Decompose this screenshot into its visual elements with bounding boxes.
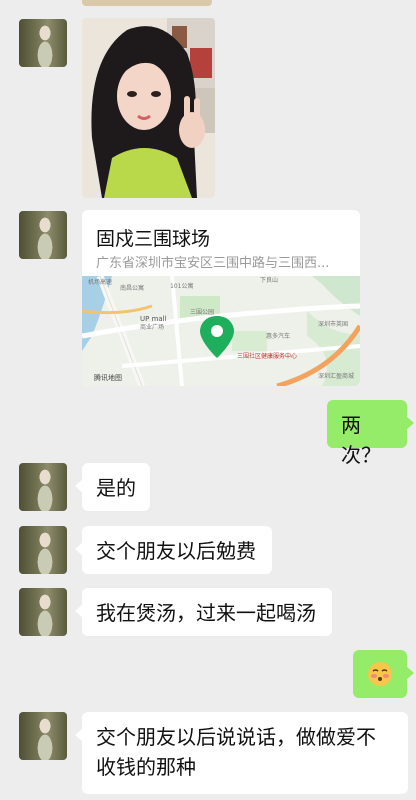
map-label: 三围社区健康服务中心 — [237, 352, 297, 360]
contact-avatar[interactable] — [19, 712, 67, 760]
map-preview: 机场高速 南昌公寓 101公寓 下良山 UP mall 商业广场 三围公园 惠多… — [82, 276, 360, 386]
received-message-bubble[interactable]: 我在煲汤，过来一起喝汤 — [75, 588, 332, 636]
location-title: 固戍三围球场 — [96, 228, 211, 250]
received-message-bubble[interactable]: 交个朋友以后勉费 — [75, 526, 272, 574]
message-text: 交个朋友以后勉费 — [96, 539, 256, 563]
message-text: 我在煲汤，过来一起喝汤 — [96, 601, 316, 625]
received-message-bubble[interactable]: 交个朋友以后说说话，做做爱不收钱的那种 — [75, 712, 408, 794]
map-label: 腾讯地图 — [94, 373, 122, 382]
map-label: 深圳市英国 — [318, 320, 348, 328]
contact-avatar[interactable] — [19, 19, 67, 67]
map-label: 深圳汇盈商城 — [318, 372, 354, 380]
contact-avatar[interactable] — [19, 588, 67, 636]
map-label: 商业广场 — [140, 323, 164, 331]
blushing-face-emoji-icon — [368, 662, 392, 686]
map-label: 惠多汽车 — [266, 332, 290, 340]
message-text: 交个朋友以后说说话，做做爱不收钱的那种 — [96, 725, 376, 779]
sent-emoji-bubble[interactable] — [353, 650, 414, 698]
location-message[interactable]: 固戍三围球场 广东省深圳市宝安区三围中路与三围西... 机场高速 南昌公寓 10… — [82, 210, 360, 386]
map-label: 三围公园 — [190, 309, 214, 316]
map-label: 101公寓 — [170, 282, 193, 290]
previous-message-fragment — [82, 0, 212, 6]
contact-avatar[interactable] — [19, 211, 67, 259]
sent-message-bubble[interactable]: 两次？ — [327, 400, 414, 467]
map-label: 南昌公寓 — [120, 284, 144, 292]
location-address: 广东省深圳市宝安区三围中路与三围西... — [96, 256, 330, 271]
map-label: 机场高速 — [88, 278, 112, 286]
contact-avatar[interactable] — [19, 526, 67, 574]
message-text: 两次？ — [341, 413, 381, 467]
girl-selfie-photo — [82, 18, 215, 198]
contact-avatar[interactable] — [19, 463, 67, 511]
received-message-bubble[interactable]: 是的 — [75, 463, 150, 511]
map-label: 下良山 — [260, 276, 278, 284]
map-label: UP mall — [140, 315, 167, 323]
photo-message[interactable] — [82, 18, 215, 198]
message-text: 是的 — [96, 476, 136, 500]
